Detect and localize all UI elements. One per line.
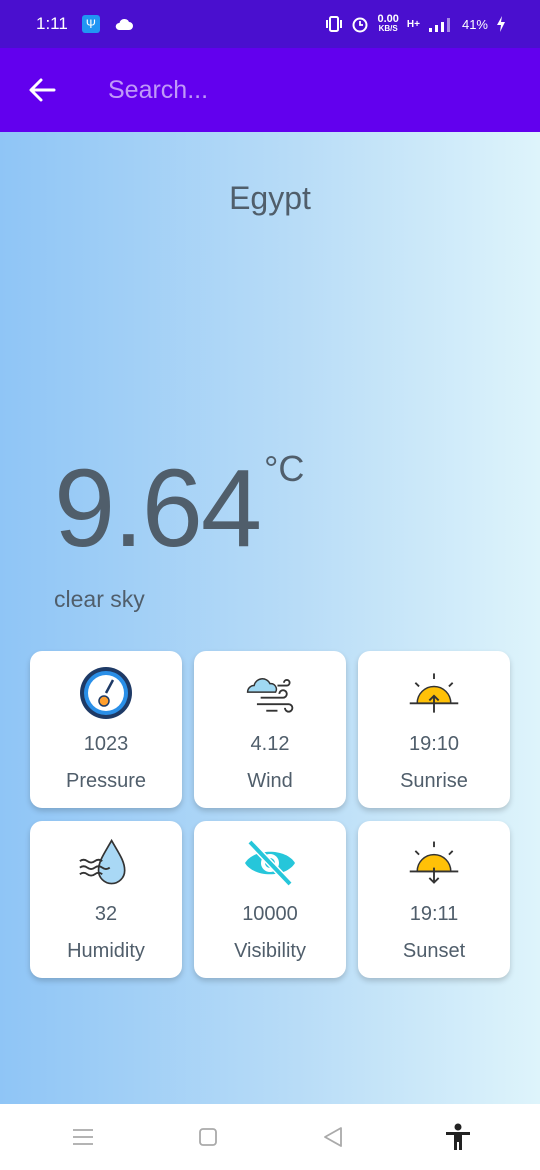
humidity-icon bbox=[78, 835, 134, 891]
nav-menu-button[interactable] bbox=[58, 1112, 108, 1162]
arrow-left-icon bbox=[29, 78, 56, 102]
sunset-icon bbox=[406, 835, 462, 891]
pressure-label: Pressure bbox=[65, 770, 147, 792]
wind-card: 4.12 Wind bbox=[194, 651, 346, 808]
system-nav-bar bbox=[0, 1104, 540, 1170]
humidity-value: 32 bbox=[94, 903, 118, 925]
visibility-value: 10000 bbox=[242, 903, 298, 925]
wind-value: 4.12 bbox=[250, 733, 290, 755]
cloud-icon bbox=[115, 18, 133, 30]
weather-details-grid: 1023 Pressure 4.12 Wind 19:10 Sunrise 32… bbox=[30, 651, 510, 979]
weather-content: Egypt 9.64 °C clear sky 1023 Pressure 4.… bbox=[0, 132, 540, 1104]
pressure-value: 1023 bbox=[83, 733, 129, 755]
app-bar bbox=[0, 48, 540, 132]
vibrate-icon bbox=[326, 16, 343, 32]
sunrise-icon bbox=[406, 665, 462, 721]
visibility-label: Visibility bbox=[234, 940, 306, 962]
battery-level: 41% bbox=[461, 16, 488, 32]
humidity-label: Humidity bbox=[67, 940, 145, 962]
sunrise-value: 19:10 bbox=[408, 733, 460, 755]
temperature-unit: °C bbox=[264, 448, 305, 489]
net-speed-unit: KB/S bbox=[378, 24, 398, 33]
status-time: 1:11 bbox=[36, 14, 68, 33]
sunrise-card: 19:10 Sunrise bbox=[358, 651, 510, 808]
pressure-card: 1023 Pressure bbox=[30, 651, 182, 808]
usb-icon: Ψ bbox=[81, 15, 100, 33]
back-button[interactable] bbox=[0, 48, 84, 132]
menu-icon bbox=[72, 1129, 93, 1145]
network-type: H+ bbox=[406, 18, 420, 30]
weather-description: clear sky bbox=[54, 586, 145, 612]
accessibility-button[interactable] bbox=[433, 1112, 483, 1162]
wind-icon bbox=[242, 665, 298, 721]
status-right: 0.00 KB/S H+ 41% bbox=[325, 13, 506, 34]
sunset-label: Sunset bbox=[402, 940, 466, 962]
visibility-card: 10000 Visibility bbox=[194, 821, 346, 978]
signal-icon bbox=[428, 18, 450, 32]
search-input[interactable] bbox=[108, 75, 508, 105]
temperature-value: 9.64 bbox=[54, 447, 262, 570]
nav-home-button[interactable] bbox=[183, 1112, 233, 1162]
accessibility-icon bbox=[445, 1123, 470, 1150]
wind-label: Wind bbox=[247, 770, 293, 792]
net-speed: 0.00 KB/S bbox=[377, 13, 399, 34]
visibility-icon bbox=[242, 835, 298, 891]
sunrise-label: Sunrise bbox=[400, 770, 468, 792]
triangle-back-icon bbox=[323, 1127, 342, 1147]
humidity-card: 32 Humidity bbox=[30, 821, 182, 978]
sunset-value: 19:11 bbox=[409, 903, 459, 925]
nav-back-button[interactable] bbox=[308, 1112, 358, 1162]
sunset-card: 19:11 Sunset bbox=[358, 821, 510, 978]
charging-icon bbox=[497, 16, 505, 32]
status-bar: 1:11 Ψ 0.00 KB/S H+ 41% bbox=[0, 0, 540, 48]
alarm-icon bbox=[352, 17, 368, 33]
status-left: 1:11 Ψ bbox=[36, 14, 134, 34]
city-name: Egypt bbox=[229, 180, 311, 216]
net-speed-value: 0.00 bbox=[377, 13, 399, 25]
gauge-icon bbox=[78, 665, 134, 721]
home-square-icon bbox=[198, 1128, 217, 1146]
